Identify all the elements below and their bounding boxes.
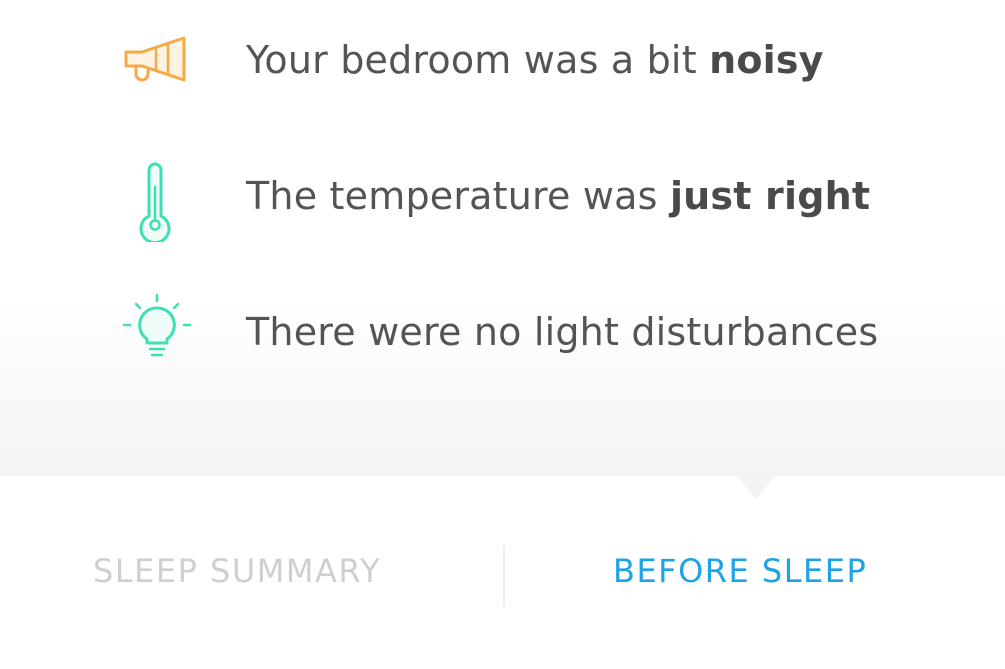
insight-text-temperature-prefix: The temperature was — [246, 174, 670, 218]
insight-text-noise-bold: noisy — [709, 38, 824, 82]
insight-text-light-prefix: There were no light disturbances — [246, 310, 879, 354]
insight-text-temperature: The temperature was just right — [246, 174, 870, 218]
insight-text-noise: Your bedroom was a bit noisy — [246, 38, 824, 82]
insight-row-noise: Your bedroom was a bit noisy — [0, 16, 1005, 116]
lightbulb-icon — [112, 288, 202, 378]
insight-text-temperature-bold: just right — [669, 174, 871, 218]
active-tab-pointer — [737, 476, 775, 500]
thermometer-icon — [112, 152, 202, 242]
tab-divider — [503, 545, 505, 607]
insight-row-light: There were no light disturbances — [0, 288, 1005, 388]
insight-text-noise-prefix: Your bedroom was a bit — [246, 38, 710, 82]
megaphone-icon — [112, 16, 202, 106]
insight-text-light: There were no light disturbances — [246, 310, 878, 354]
tab-before-sleep[interactable]: BEFORE SLEEP — [613, 552, 867, 590]
tab-sleep-summary[interactable]: SLEEP SUMMARY — [93, 552, 381, 590]
insight-row-temperature: The temperature was just right — [0, 152, 1005, 252]
